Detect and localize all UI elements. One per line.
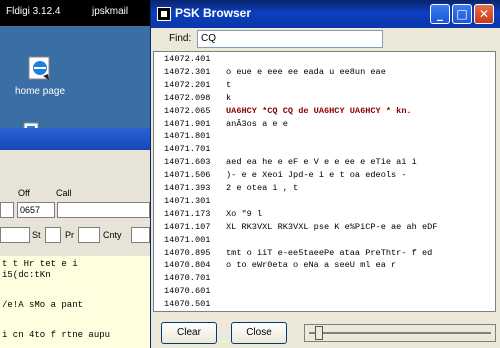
browser-row[interactable]: 14072.401 bbox=[164, 54, 226, 65]
row-text: )- e e Xeoi Jpd-e i e t oa edeols - bbox=[226, 170, 407, 181]
rx-line: t t Hr tet e i bbox=[2, 259, 78, 269]
row-frequency: 14070.895 bbox=[164, 247, 211, 258]
squelch-slider[interactable] bbox=[304, 324, 496, 342]
browser-row[interactable]: 14072.201 t bbox=[164, 80, 231, 91]
home-page-label: home page bbox=[14, 86, 66, 97]
row-frequency: 14071.901 bbox=[164, 118, 211, 129]
slider-track-line bbox=[309, 332, 491, 334]
row-text: Xo "9 l bbox=[226, 208, 263, 219]
browser-row[interactable]: 14071.701 bbox=[164, 144, 226, 155]
row-text: anÂ3os a e e bbox=[226, 118, 288, 129]
close-window-button[interactable]: ✕ bbox=[474, 4, 494, 24]
browser-row[interactable]: 14071.107 XL RK3VXL RK3VXL pse K e%PiCP-e… bbox=[164, 222, 437, 233]
row-frequency: 14072.201 bbox=[164, 79, 211, 90]
row-frequency: 14071.107 bbox=[164, 221, 211, 232]
rx-line: /e!A sMo a pant bbox=[2, 300, 84, 310]
row-frequency: 14070.701 bbox=[164, 273, 211, 284]
call-field[interactable] bbox=[57, 202, 150, 218]
row-frequency: 14071.801 bbox=[164, 131, 211, 142]
row-frequency: 14072.098 bbox=[164, 92, 211, 103]
close-button[interactable]: Close bbox=[231, 322, 287, 344]
row-frequency: 14071.506 bbox=[164, 170, 211, 181]
psk-browser-window: PSK Browser _ □ ✕ Find: CQ 14072.401 1407… bbox=[150, 0, 500, 348]
taskbar-fldigi-label[interactable]: Fldigi 3.12.4 bbox=[6, 6, 60, 17]
pr-field[interactable] bbox=[78, 227, 100, 243]
off-label: Off bbox=[18, 188, 30, 198]
browser-row[interactable]: 14072.098 k bbox=[164, 93, 231, 104]
desktop-top-bar: Fldigi 3.12.4 jpskmail bbox=[0, 0, 150, 26]
browser-row[interactable]: 14071.801 bbox=[164, 131, 226, 142]
slider-thumb[interactable] bbox=[315, 326, 323, 340]
minimize-button[interactable]: _ bbox=[430, 4, 450, 24]
browser-row[interactable]: 14071.301 bbox=[164, 196, 226, 207]
cnty-label: Cnty bbox=[103, 230, 122, 240]
row-frequency: 14070.804 bbox=[164, 260, 211, 271]
row-text: XL RK3VXL RK3VXL pse K e%PiCP-e ae ah eD… bbox=[226, 221, 438, 232]
row-text: t bbox=[226, 79, 232, 90]
cnty-field[interactable] bbox=[131, 227, 150, 243]
internet-explorer-icon bbox=[26, 54, 54, 82]
psk-browser-list[interactable]: 14072.401 14072.301 o eue e eee ee eada u … bbox=[153, 51, 496, 312]
off-time-field[interactable]: 0657 bbox=[17, 202, 55, 218]
app-icon bbox=[157, 7, 171, 21]
browser-row[interactable]: 14070.804 o to eWr0eta o eNa a seeU ml ea… bbox=[164, 260, 396, 271]
find-row: Find: CQ bbox=[151, 28, 500, 50]
rx-line: i cn 4to f rtne aupu bbox=[2, 330, 111, 340]
row-frequency: 14070.601 bbox=[164, 286, 211, 297]
browser-row[interactable]: 14071.506 )- e e Xeoi Jpd-e i e t oa edeo… bbox=[164, 170, 407, 181]
browser-row[interactable]: 14071.001 bbox=[164, 235, 226, 246]
row-frequency: 14070.501 bbox=[164, 299, 211, 310]
name-field[interactable] bbox=[0, 227, 30, 243]
st-label: St bbox=[32, 230, 41, 240]
row-frequency: 14071.603 bbox=[164, 157, 211, 168]
row-frequency: 14071.701 bbox=[164, 144, 211, 155]
st-field[interactable] bbox=[45, 227, 61, 243]
row-frequency: 14072.401 bbox=[164, 54, 211, 64]
row-text: tmt o iiT e-ee5taeePe ataa PreThtr- f ed bbox=[226, 247, 433, 258]
home-page-shortcut[interactable]: home page bbox=[8, 54, 72, 97]
psk-title-bar[interactable]: PSK Browser _ □ ✕ bbox=[151, 0, 500, 28]
rx-line: i5(dc:tKn bbox=[2, 270, 51, 280]
browser-row[interactable]: 14071.901 anÂ3os a e e bbox=[164, 119, 288, 130]
pr-label: Pr bbox=[65, 230, 74, 240]
call-label: Call bbox=[56, 188, 72, 198]
maximize-button[interactable]: □ bbox=[452, 4, 472, 24]
fldigi-title-bar[interactable] bbox=[0, 128, 150, 150]
taskbar-jpskmail-label[interactable]: jpskmail bbox=[92, 6, 128, 17]
fldigi-receive-pane[interactable]: t t Hr tet e i i5(dc:tKn /e!A sMo a pant… bbox=[0, 256, 150, 348]
row-text: 2 e otea i , t bbox=[226, 183, 299, 193]
find-input[interactable]: CQ bbox=[197, 30, 383, 48]
row-frequency: 14071.173 bbox=[164, 208, 211, 219]
browser-row[interactable]: 14072.301 o eue e eee ee eada u ee8un eae bbox=[164, 67, 386, 78]
browser-row[interactable]: 14071.173 Xo "9 l bbox=[164, 209, 262, 220]
browser-row[interactable]: 14070.701 bbox=[164, 273, 226, 284]
row-frequency: 14072.301 bbox=[164, 66, 211, 77]
row-text: UA6HCY *CQ CQ de UA6HCY UA6HCY * kn. bbox=[226, 105, 412, 116]
window-title: PSK Browser bbox=[175, 6, 252, 20]
browser-row[interactable]: 14070.895 tmt o iiT e-ee5taeePe ataa PreT… bbox=[164, 248, 432, 259]
row-text: o eue e eee ee eada u ee8un eae bbox=[226, 66, 386, 77]
row-text: aed ea he e eF e V e e ee e eTie ai i bbox=[226, 157, 417, 168]
row-frequency: 14071.001 bbox=[164, 234, 211, 245]
row-frequency: 14072.065 bbox=[164, 105, 211, 116]
bottom-toolbar: Clear Close bbox=[151, 314, 500, 348]
freq-field[interactable] bbox=[0, 202, 14, 218]
clear-button[interactable]: Clear bbox=[161, 322, 217, 344]
browser-row[interactable]: 14070.501 bbox=[164, 299, 226, 310]
browser-row[interactable]: 14072.065 UA6HCY *CQ CQ de UA6HCY UA6HCY … bbox=[164, 106, 412, 117]
row-frequency: 14071.301 bbox=[164, 195, 211, 206]
row-text: o to eWr0eta o eNa a seeU ml ea r bbox=[226, 260, 397, 271]
row-text: k bbox=[226, 92, 232, 103]
browser-row[interactable]: 14070.601 bbox=[164, 286, 226, 297]
browser-row[interactable]: 14071.393 2 e otea i , t bbox=[164, 183, 298, 194]
find-label: Find: bbox=[169, 33, 192, 44]
browser-row[interactable]: 14071.603 aed ea he e eF e V e e ee e eTi… bbox=[164, 157, 417, 168]
row-frequency: 14071.393 bbox=[164, 183, 211, 193]
